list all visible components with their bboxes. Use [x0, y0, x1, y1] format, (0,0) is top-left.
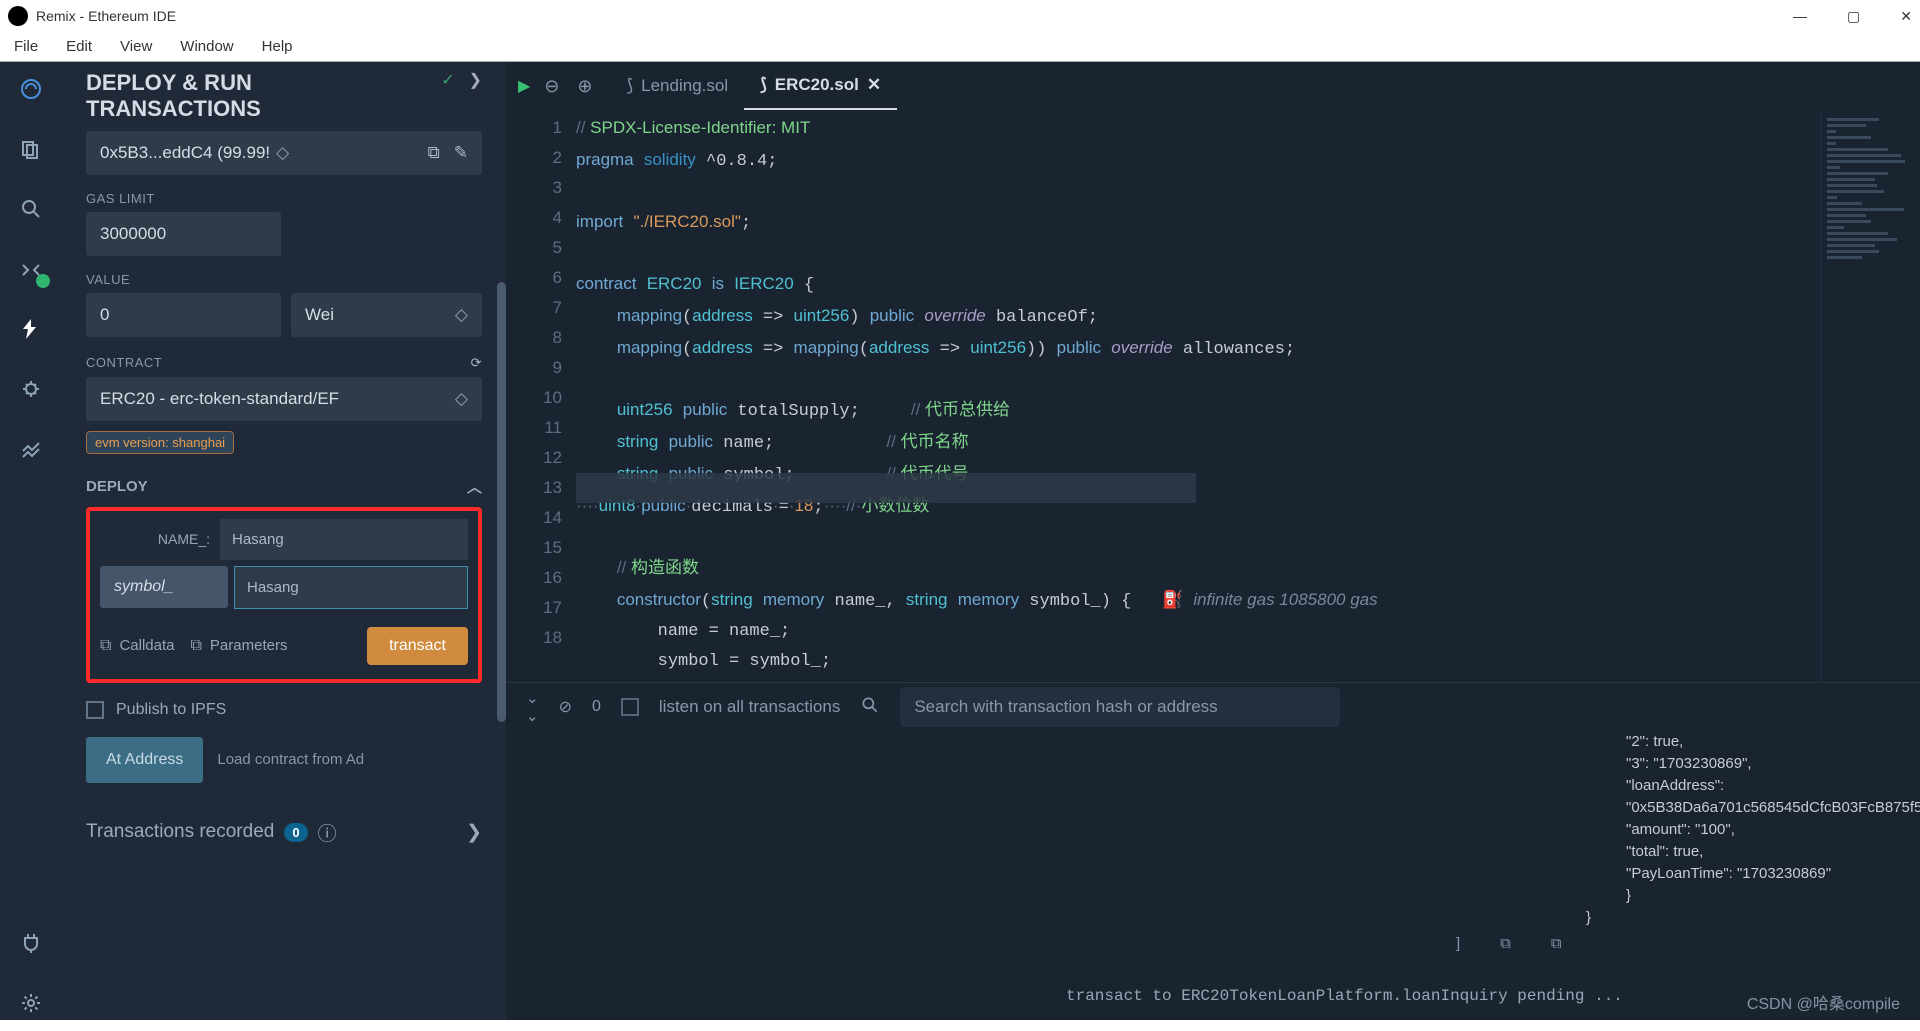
param-name-label: NAME_:	[100, 531, 220, 547]
account-select[interactable]: 0x5B3...eddC4 (99.99! ◇ ⧉ ✎	[86, 131, 482, 175]
contract-label: CONTRACT⟳	[86, 355, 482, 371]
debugger-icon[interactable]	[14, 372, 48, 406]
value-input[interactable]	[86, 293, 281, 337]
value-label: VALUE	[86, 272, 482, 287]
listen-checkbox[interactable]	[621, 698, 639, 716]
solidity-icon: ⟆	[760, 75, 767, 95]
unit-select[interactable]: Wei◇	[291, 293, 482, 337]
deploy-section-header[interactable]: DEPLOY︿	[86, 476, 482, 497]
parameters-label[interactable]: Parameters	[210, 637, 288, 654]
code-editor[interactable]: // SPDX-License-Identifier: MIT pragma s…	[576, 110, 1820, 682]
terminal: ⌄⌄ ⊘ 0 listen on all transactions Search…	[506, 682, 1920, 1020]
menu-file[interactable]: File	[14, 38, 38, 55]
zoom-in-icon[interactable]: ⊕	[577, 76, 592, 97]
copy-output-icon[interactable]: ⧉	[1500, 933, 1511, 955]
transact-button[interactable]: transact	[367, 627, 468, 665]
info-icon[interactable]: ⓘ	[318, 819, 337, 846]
menu-edit[interactable]: Edit	[66, 38, 92, 55]
evm-version-badge: evm version: shanghai	[86, 431, 234, 454]
deploy-icon[interactable]	[14, 312, 48, 346]
watermark: CSDN @哈桑compile	[1747, 990, 1900, 1014]
copy-icon[interactable]: ⧉	[428, 143, 440, 163]
solidity-icon: ⟆	[627, 76, 634, 96]
deploy-params-box: NAME_: symbol_ ⧉ Calldata ⧉ Parameters t…	[86, 507, 482, 683]
minimap[interactable]	[1820, 110, 1920, 682]
play-icon[interactable]: ▶	[518, 76, 530, 96]
copy-parameters-icon[interactable]: ⧉	[190, 637, 201, 655]
app-root: DEPLOY & RUN TRANSACTIONS ✓ ❯ 0x5B3...ed…	[0, 62, 1920, 1020]
search-icon[interactable]	[14, 192, 48, 226]
minimize-button[interactable]: —	[1793, 8, 1807, 25]
terminal-output[interactable]: "2": true, "3": "1703230869", "loanAddre…	[506, 731, 1920, 1020]
contract-select[interactable]: ERC20 - erc-token-standard/EF◇	[86, 377, 482, 421]
collapse-terminal-icon[interactable]: ⌄⌄	[526, 689, 539, 725]
panel-title-2: TRANSACTIONS	[86, 96, 261, 122]
menubar: File Edit View Window Help	[0, 32, 1920, 62]
close-button[interactable]: ✕	[1900, 8, 1912, 25]
tab-lending[interactable]: ⟆Lending.sol	[611, 62, 745, 110]
search-terminal-icon[interactable]	[860, 695, 880, 720]
publish-ipfs-checkbox[interactable]	[86, 701, 104, 719]
copy-calldata-icon[interactable]: ⧉	[100, 637, 111, 655]
editor-area: ▶ ⊖ ⊕ ⟆Lending.sol ⟆ERC20.sol✕ 123456789…	[506, 62, 1920, 1020]
panel-title: DEPLOY & RUN	[86, 70, 261, 96]
icon-sidebar	[0, 62, 62, 1020]
zoom-out-icon[interactable]: ⊖	[544, 76, 559, 97]
pending-count: 0	[592, 698, 601, 716]
terminal-search-input[interactable]: Search with transaction hash or address	[900, 687, 1340, 727]
close-tab-icon[interactable]: ✕	[867, 75, 881, 95]
chevron-up-icon: ︿	[467, 476, 482, 497]
param-symbol-input[interactable]	[234, 566, 468, 609]
chevron-right-icon: ❯	[466, 821, 482, 844]
maximize-button[interactable]: ▢	[1847, 8, 1860, 25]
window-title: Remix - Ethereum IDE	[36, 8, 176, 24]
plugin-manager-icon[interactable]	[14, 926, 48, 960]
calldata-label[interactable]: Calldata	[119, 637, 174, 654]
at-address-button[interactable]: At Address	[86, 737, 203, 783]
deploy-panel: DEPLOY & RUN TRANSACTIONS ✓ ❯ 0x5B3...ed…	[62, 62, 506, 1020]
account-value: 0x5B3...eddC4 (99.99!	[100, 143, 270, 163]
publish-ipfs-label: Publish to IPFS	[116, 701, 226, 719]
menu-view[interactable]: View	[120, 38, 152, 55]
compiler-icon[interactable]	[14, 252, 48, 286]
param-name-input[interactable]	[220, 519, 468, 560]
listen-label: listen on all transactions	[659, 697, 840, 717]
disable-icon[interactable]: ⊘	[559, 697, 572, 717]
file-explorer-icon[interactable]	[14, 132, 48, 166]
gas-limit-input[interactable]	[86, 212, 281, 256]
refresh-icon[interactable]: ⟳	[471, 355, 482, 371]
transactions-recorded[interactable]: Transactions recorded 0 ⓘ ❯	[86, 819, 482, 846]
check-icon: ✓	[441, 70, 454, 90]
tab-bar: ▶ ⊖ ⊕ ⟆Lending.sol ⟆ERC20.sol✕	[506, 62, 1920, 110]
menu-help[interactable]: Help	[262, 38, 293, 55]
tab-erc20[interactable]: ⟆ERC20.sol✕	[744, 62, 897, 110]
remix-home-icon[interactable]	[14, 72, 48, 106]
os-titlebar: Remix - Ethereum IDE — ▢ ✕	[0, 0, 1920, 32]
edit-icon[interactable]: ✎	[454, 143, 468, 163]
app-logo	[8, 6, 28, 26]
panel-scrollbar[interactable]	[497, 282, 506, 722]
copy-output-icon-2[interactable]: ⧉	[1551, 933, 1562, 955]
settings-icon[interactable]	[14, 986, 48, 1020]
menu-window[interactable]: Window	[180, 38, 233, 55]
load-contract-label: Load contract from Ad	[217, 751, 364, 768]
param-symbol-label: symbol_	[100, 566, 228, 608]
analysis-icon[interactable]	[14, 432, 48, 466]
tx-count-badge: 0	[284, 823, 307, 842]
chevron-right-icon[interactable]: ❯	[469, 70, 482, 90]
gas-limit-label: GAS LIMIT	[86, 191, 482, 206]
line-gutter: 123456789101112131415161718	[506, 110, 576, 682]
